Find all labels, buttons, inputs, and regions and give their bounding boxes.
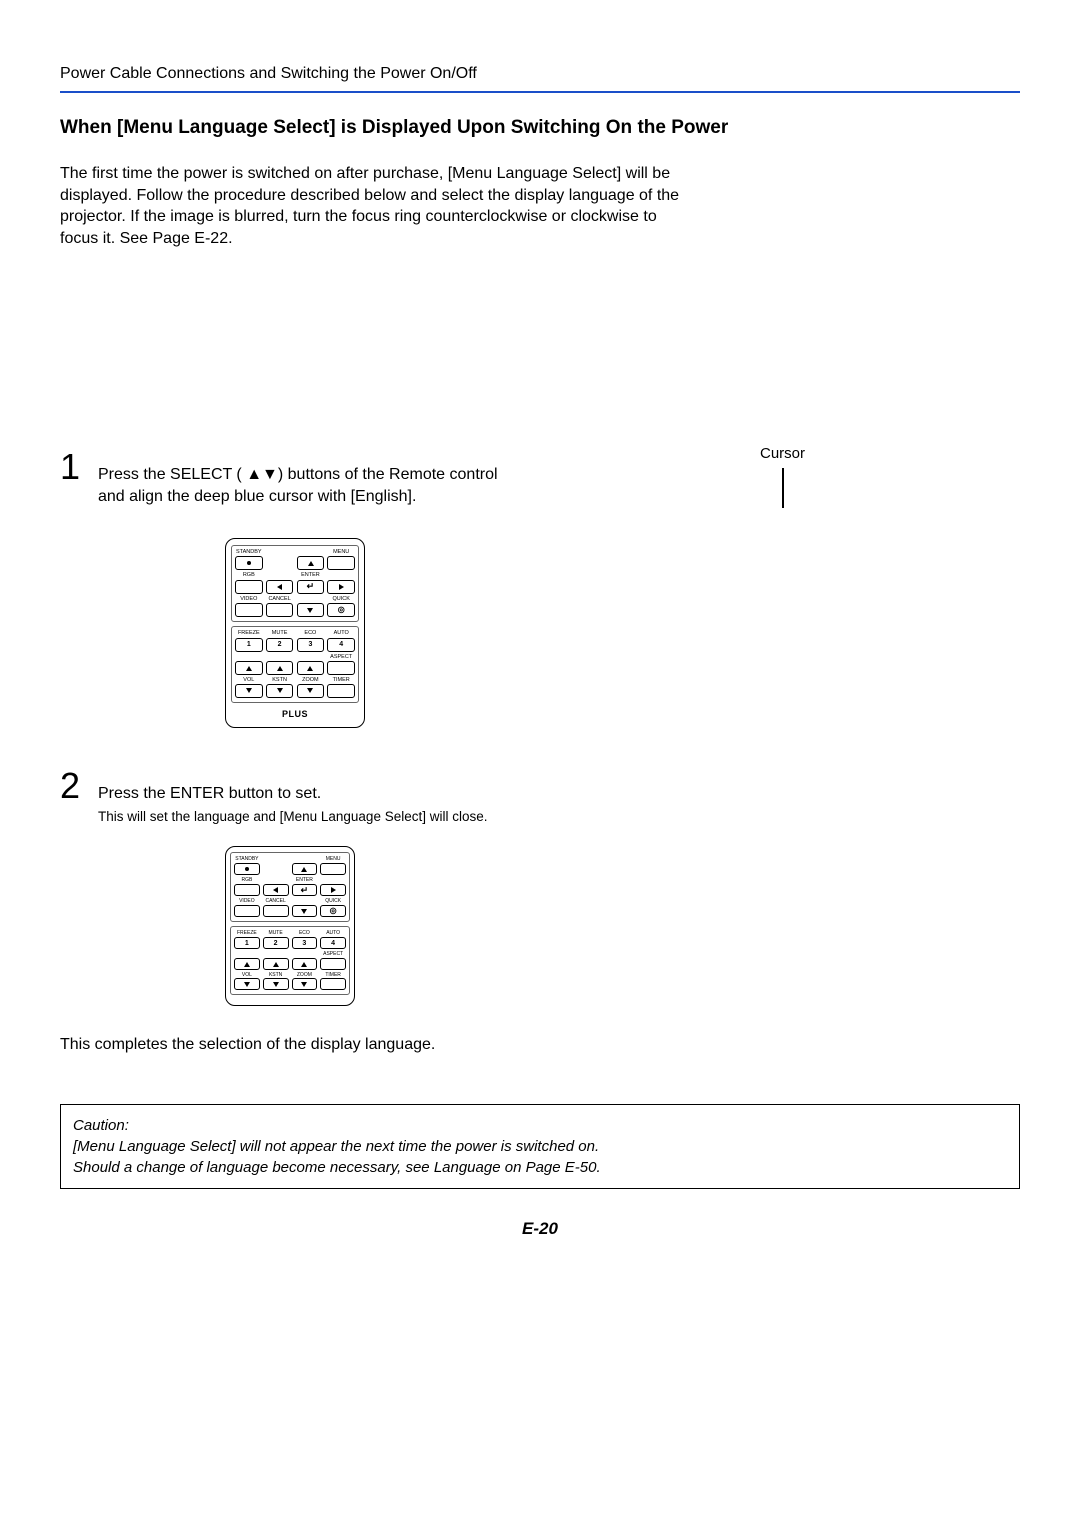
remote-illustration-2: STANDBY MENU RGB ENTER [225, 846, 355, 1006]
caution-title: Caution: [73, 1115, 1007, 1136]
remote-brand: PLUS [231, 709, 359, 719]
btn-vol-down [235, 684, 263, 698]
lbl-eco: ECO [297, 631, 325, 637]
caution-box: Caution: [Menu Language Select] will not… [60, 1104, 1020, 1189]
btn-cancel [266, 603, 294, 617]
cursor-callout: Cursor [760, 445, 805, 508]
btn-4: 4 [327, 638, 355, 652]
page-number: E-20 [60, 1219, 1020, 1239]
page-header: Power Cable Connections and Switching th… [60, 65, 1020, 93]
lbl-standby: STANDBY [235, 550, 263, 556]
btn-vol-up [235, 661, 263, 675]
completion-text: This completes the selection of the disp… [60, 1036, 1020, 1054]
btn-3: 3 [297, 638, 325, 652]
lbl-mute: MUTE [266, 631, 294, 637]
lbl-enter: ENTER [297, 573, 325, 579]
lbl-video: VIDEO [235, 597, 263, 603]
btn-enter [297, 580, 325, 594]
caution-line2: Should a change of language become neces… [73, 1157, 1007, 1178]
step-2-subtext: This will set the language and [Menu Lan… [98, 808, 487, 826]
btn-standby [235, 556, 263, 570]
btn-zoom-down [297, 684, 325, 698]
btn-video [235, 603, 263, 617]
lbl-freeze: FREEZE [235, 631, 263, 637]
step-1-number: 1 [60, 449, 84, 485]
btn-up [297, 556, 325, 570]
btn-quick [327, 603, 355, 617]
btn-kstn-up [266, 661, 294, 675]
step-2: 2 Press the ENTER button to set. This wi… [60, 768, 1020, 827]
lbl-menu: MENU [327, 550, 355, 556]
section-title: When [Menu Language Select] is Displayed… [60, 117, 1020, 139]
cursor-label: Cursor [760, 445, 805, 462]
step-2-text: Press the ENTER button to set. [98, 783, 487, 805]
lbl-cancel: CANCEL [266, 597, 294, 603]
btn-down [297, 603, 325, 617]
caution-line1: [Menu Language Select] will not appear t… [73, 1136, 1007, 1157]
step-1: 1 Press the SELECT ( ▲▼) buttons of the … [60, 449, 1020, 507]
btn-kstn-down [266, 684, 294, 698]
btn-menu [327, 556, 355, 570]
lbl-aspect: ASPECT [327, 655, 355, 661]
btn-left [266, 580, 294, 594]
intro-paragraph: The first time the power is switched on … [60, 163, 680, 249]
step-1-text: Press the SELECT ( ▲▼) buttons of the Re… [98, 454, 518, 507]
step-2-number: 2 [60, 768, 84, 804]
btn-2: 2 [266, 638, 294, 652]
cursor-pointer-line [782, 468, 784, 508]
btn-timer [327, 684, 355, 698]
lbl-quick: QUICK [327, 597, 355, 603]
btn-zoom-up [297, 661, 325, 675]
lbl-rgb: RGB [235, 573, 263, 579]
btn-rgb [235, 580, 263, 594]
remote-illustration-1: STANDBY MENU RGB ENTER [225, 538, 365, 728]
btn-aspect [327, 661, 355, 675]
btn-1: 1 [235, 638, 263, 652]
btn-right [327, 580, 355, 594]
lbl-auto: AUTO [327, 631, 355, 637]
